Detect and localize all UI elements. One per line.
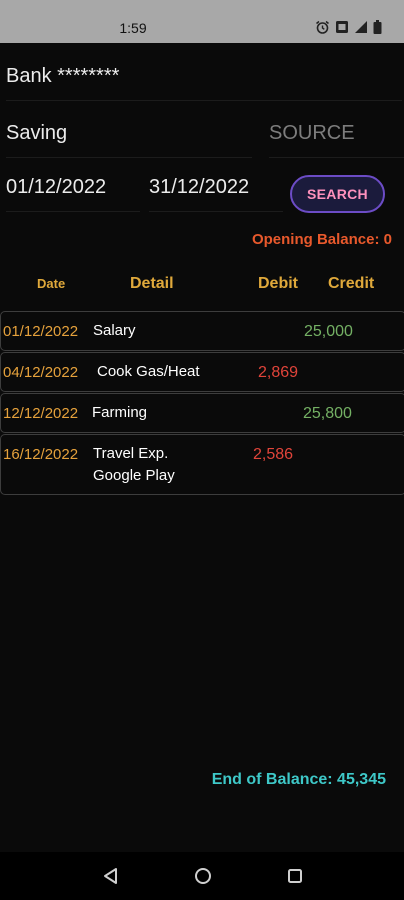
source-placeholder: SOURCE (269, 122, 355, 144)
table-row[interactable]: 16/12/2022 Travel Exp. Google Play 2,586 (0, 434, 404, 495)
date-from-field[interactable]: 01/12/2022 (6, 168, 140, 212)
row-debit: 2,586 (253, 446, 294, 463)
source-field[interactable]: SOURCE (269, 112, 404, 158)
signal-icon (354, 20, 368, 34)
row-detail: Travel Exp. (93, 445, 169, 462)
date-from-value: 01/12/2022 (6, 176, 107, 198)
account-type-field[interactable]: Saving (6, 112, 252, 158)
table-row[interactable]: 01/12/2022 Salary 25,000 (0, 311, 404, 351)
sim-icon (335, 20, 349, 34)
back-icon[interactable] (101, 866, 121, 886)
row-credit: 25,800 (303, 405, 352, 422)
bank-field-value: Bank ******** (6, 65, 120, 87)
status-bar: 1:59 (0, 0, 404, 43)
row-detail-line-2: Google Play (93, 467, 175, 484)
table-row[interactable]: 12/12/2022 Farming 25,800 (0, 393, 404, 433)
date-to-value: 31/12/2022 (149, 176, 250, 198)
status-icons (315, 20, 382, 34)
date-to-field[interactable]: 31/12/2022 (149, 168, 283, 212)
row-detail: Farming (92, 404, 148, 421)
row-date: 16/12/2022 (3, 446, 79, 463)
header-debit: Debit (258, 275, 298, 292)
status-time: 1:59 (119, 20, 147, 36)
row-credit: 25,000 (304, 323, 353, 340)
home-icon[interactable] (193, 866, 213, 886)
search-button[interactable]: SEARCH (290, 175, 385, 213)
end-balance: End of Balance: 45,345 (211, 771, 386, 788)
recents-icon[interactable] (285, 866, 305, 886)
bank-field[interactable]: Bank ******** (6, 55, 402, 101)
battery-icon (373, 20, 382, 34)
header-date: Date (37, 276, 66, 291)
row-debit: 2,869 (258, 364, 299, 381)
header-credit: Credit (328, 275, 375, 292)
row-date: 01/12/2022 (3, 323, 79, 340)
row-date: 12/12/2022 (3, 405, 79, 422)
account-type-value: Saving (6, 122, 68, 144)
navigation-bar (0, 852, 404, 900)
alarm-icon (315, 20, 330, 35)
opening-balance: Opening Balance: 0 (251, 231, 392, 248)
row-date: 04/12/2022 (3, 364, 79, 381)
table-row[interactable]: 04/12/2022 Cook Gas/Heat 2,869 (0, 352, 404, 392)
row-detail: Cook Gas/Heat (97, 363, 200, 380)
row-detail: Salary (93, 322, 136, 339)
header-detail: Detail (130, 275, 174, 292)
